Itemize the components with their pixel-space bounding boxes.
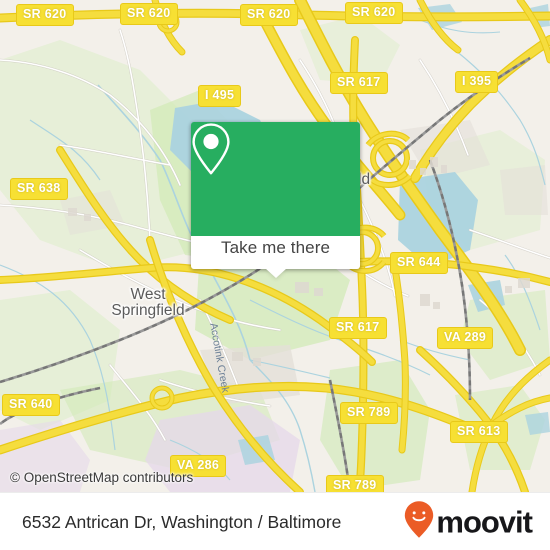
map-canvas[interactable]: .wtr { fill:#abd3df; } .wtrl { stroke:#a… (0, 0, 550, 492)
footer-bar: 6532 Antrican Dr, Washington / Baltimore… (0, 492, 550, 550)
road-shield: SR 620 (345, 2, 403, 24)
road-shield: SR 617 (330, 72, 388, 94)
road-shield: SR 789 (326, 475, 384, 492)
take-me-there-label: Take me there (220, 238, 331, 257)
road-shield: SR 638 (10, 178, 68, 200)
road-shield: SR 620 (120, 3, 178, 25)
road-shield: I 495 (198, 85, 242, 107)
take-me-there-button[interactable]: Take me there (191, 236, 360, 278)
card-marker-area (191, 122, 360, 236)
moovit-wordmark: moovit (436, 504, 533, 539)
road-shield: I 395 (455, 71, 499, 93)
road-shield: SR 620 (16, 4, 74, 26)
road-shield: VA 289 (437, 327, 494, 349)
road-shield: SR 640 (2, 394, 60, 416)
moovit-pin-icon (404, 501, 434, 544)
moovit-logo[interactable]: moovit (404, 501, 533, 544)
card-pointer-tail (264, 268, 287, 278)
road-shield: SR 789 (340, 402, 398, 424)
road-shield: SR 617 (329, 317, 387, 339)
place-label-west-springfield-line2: Springfield (111, 302, 185, 319)
road-shield: SR 620 (240, 4, 298, 26)
place-label-west-springfield-line1: West (130, 286, 166, 303)
osm-attribution: © OpenStreetMap contributors (10, 470, 194, 485)
road-shield: SR 644 (390, 252, 448, 274)
address-label: 6532 Antrican Dr, Washington / Baltimore (22, 511, 342, 532)
map-screenshot: .wtr { fill:#abd3df; } .wtrl { stroke:#a… (0, 0, 550, 550)
location-info-card[interactable]: Take me there (191, 122, 360, 278)
road-shield: SR 613 (450, 421, 508, 443)
